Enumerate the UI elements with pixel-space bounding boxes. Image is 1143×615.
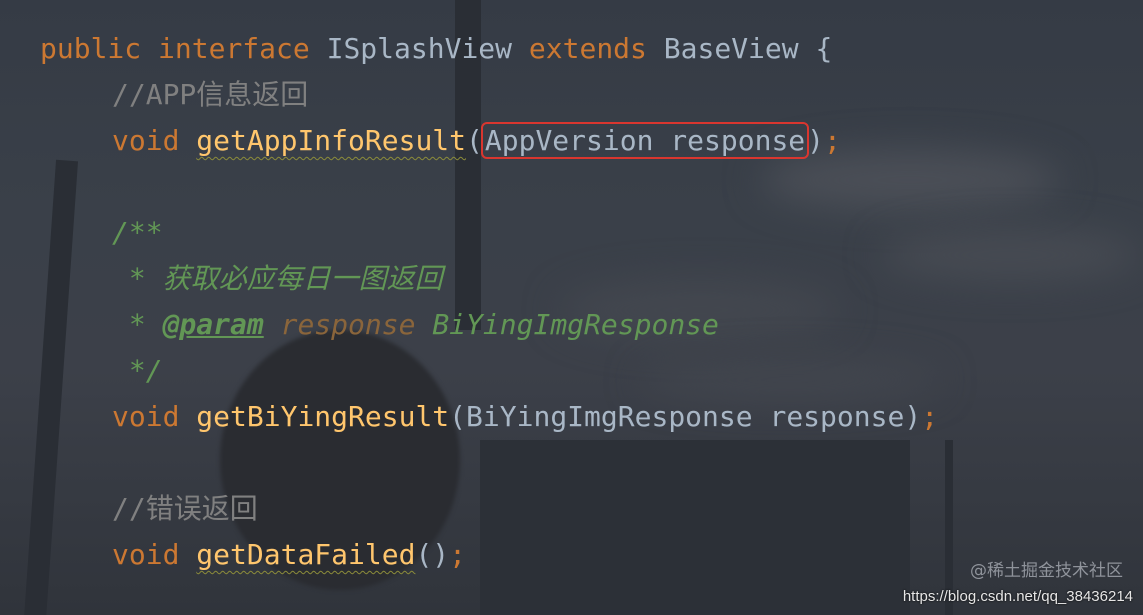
keyword-extends: extends — [528, 32, 647, 65]
keyword-interface: interface — [158, 32, 310, 65]
code-editor[interactable]: public interface ISplashView extends Bas… — [0, 0, 1143, 615]
javadoc-param-name: response — [280, 308, 416, 341]
code-line-3: void getAppInfoResult(AppVersion respons… — [112, 118, 841, 164]
code-line-9: void getBiYingResult(BiYingImgResponse r… — [112, 394, 938, 440]
code-line-2: //APP信息返回 — [112, 72, 308, 118]
parens: () — [415, 538, 450, 571]
open-brace: { — [815, 32, 833, 65]
code-line-7: * @param response BiYingImgResponse — [112, 302, 719, 348]
code-line-8: */ — [112, 348, 163, 394]
return-type: void — [112, 124, 180, 157]
javadoc-param-tag: @param — [162, 308, 264, 341]
interface-name: ISplashView — [326, 32, 513, 65]
close-paren: ) — [807, 124, 825, 157]
javadoc-star: * — [112, 308, 163, 341]
javadoc-text: 获取必应每日一图返回 — [162, 262, 443, 295]
base-class-name: BaseView — [663, 32, 799, 65]
code-line-12: void getDataFailed(); — [112, 532, 466, 578]
code-line-6: * 获取必应每日一图返回 — [112, 256, 443, 302]
method-name[interactable]: getBiYingResult — [196, 400, 449, 433]
code-line-5: /** — [112, 210, 163, 256]
highlighted-parameter: AppVersion response — [480, 122, 810, 159]
javadoc-open: /** — [112, 216, 163, 249]
source-url: https://blog.csdn.net/qq_38436214 — [902, 588, 1133, 605]
close-paren: ) — [904, 400, 922, 433]
keyword-public: public — [40, 32, 142, 65]
semicolon: ; — [824, 124, 841, 157]
line-comment: //APP信息返回 — [112, 78, 309, 111]
line-comment: //错误返回 — [112, 492, 258, 525]
semicolon: ; — [449, 538, 467, 571]
return-type: void — [112, 538, 180, 571]
return-type: void — [112, 400, 180, 433]
code-line-11: //错误返回 — [112, 486, 258, 532]
parameter: BiYingImgResponse response — [466, 400, 905, 433]
method-name[interactable]: getAppInfoResult — [196, 124, 466, 157]
code-line-1: public interface ISplashView extends Bas… — [40, 26, 832, 72]
javadoc-param-desc: BiYingImgResponse — [432, 308, 719, 341]
javadoc-star: * — [112, 262, 163, 295]
open-paren: ( — [449, 400, 467, 433]
semicolon: ; — [921, 400, 939, 433]
method-name[interactable]: getDataFailed — [196, 538, 415, 571]
javadoc-close: */ — [112, 354, 163, 387]
watermark: @稀土掘金技术社区 — [970, 561, 1123, 581]
